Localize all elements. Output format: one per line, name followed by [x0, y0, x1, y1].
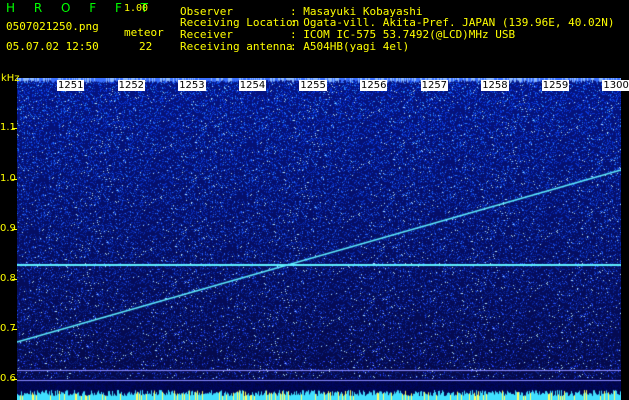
app-version: 1.00: [124, 3, 149, 14]
spectrogram-canvas: [17, 78, 621, 400]
time-tick-label: 1254: [238, 80, 267, 91]
meteor-label: meteor: [124, 26, 164, 39]
y-unit-label: kHz: [1, 73, 20, 84]
y-tick-mark: [12, 179, 17, 180]
time-tick-label: 1251: [57, 80, 85, 91]
antenna-label: Receiving antenna: [180, 40, 293, 53]
time-tick-label: 1300: [602, 80, 629, 91]
header-panel: H R O F F T 1.00 0507021250.png meteor 0…: [0, 0, 629, 76]
file-name: 0507021250.png: [6, 20, 99, 33]
y-tick-mark: [12, 379, 17, 380]
y-tick-mark: [12, 229, 17, 230]
meteor-count: 22: [139, 40, 153, 53]
time-tick-label: 1257: [420, 80, 449, 91]
date-time: 05.07.02 12:50: [6, 40, 99, 53]
antenna-value: : A504HB(yagi 4el): [290, 40, 410, 53]
time-tick-label: 1258: [481, 80, 509, 91]
y-tick-mark: [12, 329, 17, 330]
time-tick-label: 1253: [178, 80, 206, 91]
time-tick-label: 1256: [360, 80, 388, 91]
time-tick-label: 1255: [299, 80, 327, 91]
y-tick-mark: [12, 128, 17, 129]
time-tick-label: 1259: [541, 80, 570, 91]
y-tick-mark: [12, 279, 17, 280]
time-tick-label: 1252: [117, 80, 146, 91]
